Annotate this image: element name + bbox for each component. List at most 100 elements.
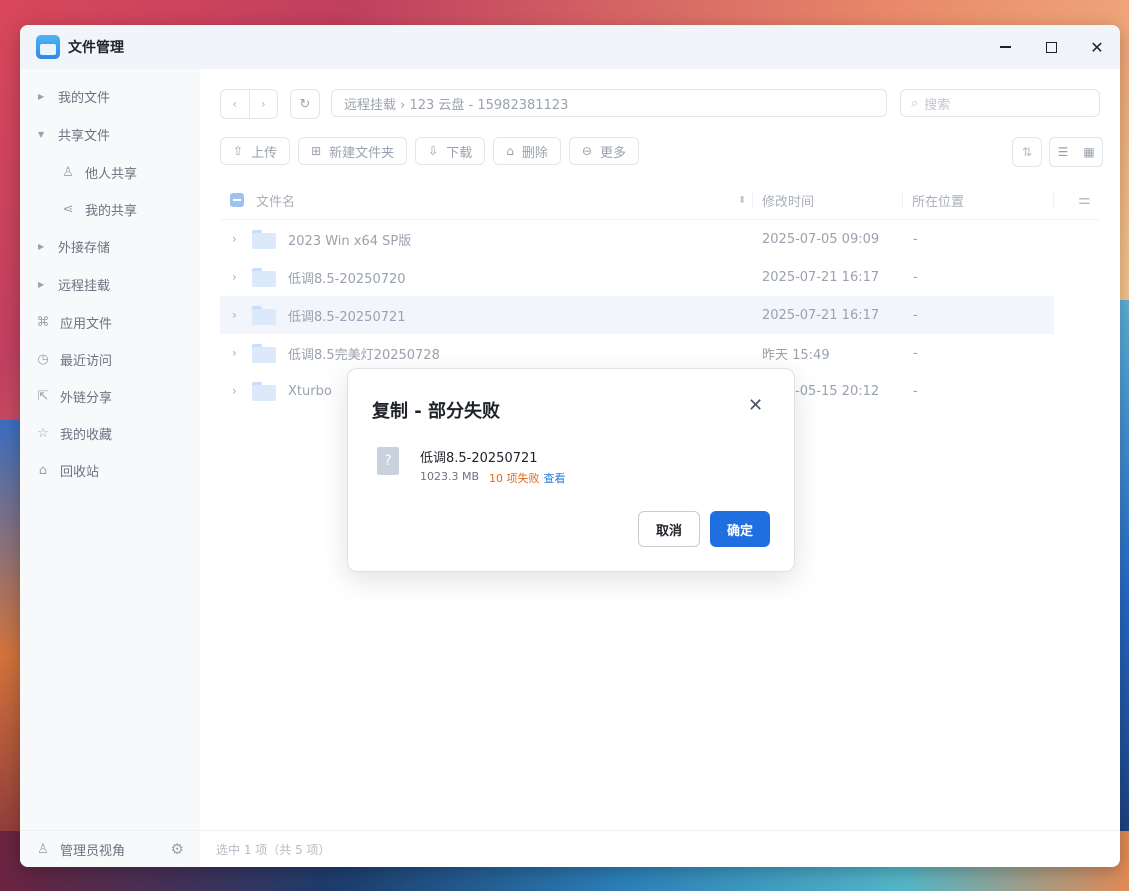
file-location: -	[913, 345, 918, 361]
sidebar-item-app-files[interactable]: ⌘ 应用文件	[20, 307, 200, 337]
new-folder-button[interactable]: ⊞ 新建文件夹	[298, 137, 408, 165]
expand-arrow-icon[interactable]: ▶	[38, 242, 48, 251]
expand-chevron-icon[interactable]: ›	[232, 232, 242, 246]
sidebar-item-label: 外接存储	[58, 240, 111, 256]
sidebar-item-label: 共享文件	[58, 128, 111, 144]
file-modified: 昨天 15:49	[762, 347, 830, 363]
download-label: 下载	[446, 145, 473, 161]
new-folder-label: 新建文件夹	[329, 145, 395, 161]
download-icon: ⇩	[428, 144, 439, 158]
sort-icon: ⇅	[1021, 145, 1033, 159]
view-failures-link[interactable]: 查看	[544, 470, 566, 486]
confirm-button[interactable]: 确定	[710, 511, 770, 547]
status-bar: 选中 1 项（共 5 项）	[200, 830, 1120, 867]
app-title: 文件管理	[68, 40, 124, 56]
expand-arrow-icon[interactable]: ▶	[38, 280, 48, 289]
more-label: 更多	[599, 145, 626, 161]
maximize-icon	[1045, 41, 1057, 53]
column-divider[interactable]	[1053, 191, 1054, 209]
download-button[interactable]: ⇩ 下载	[415, 137, 486, 165]
sidebar: ▶ 我的文件 ▼ 共享文件 ♙ 他人共享 ⋖ 我的共享 ▶ 外接存储 ▶ 远程挂…	[20, 69, 200, 867]
sidebar-item-remote-mount[interactable]: ▶ 远程挂载	[20, 269, 200, 299]
sidebar-item-my-shares[interactable]: ⋖ 我的共享	[20, 194, 200, 224]
sort-button[interactable]: ⇅	[1012, 137, 1042, 167]
toolbar: ⇧ 上传 ⊞ 新建文件夹 ⇩ 下载 ⌂ 删除 ⊖ 更多	[220, 137, 639, 165]
sidebar-item-external-storage[interactable]: ▶ 外接存储	[20, 231, 200, 261]
upload-label: 上传	[251, 145, 278, 161]
trash-icon: ⌂	[506, 144, 514, 158]
refresh-button[interactable]: ↻	[290, 89, 320, 119]
forward-button[interactable]: ›	[248, 90, 278, 118]
folder-icon	[252, 381, 276, 401]
file-modified: 2025-07-21 16:17	[762, 307, 880, 323]
folder-icon	[252, 343, 276, 363]
file-name: 2023 Win x64 SP版	[288, 233, 412, 249]
back-button[interactable]: ‹	[221, 90, 249, 118]
expand-chevron-icon[interactable]: ›	[232, 308, 242, 322]
table-header: 文件名 ⬍ 修改时间 所在位置 ⚌	[220, 181, 1100, 220]
more-button[interactable]: ⊖ 更多	[568, 137, 639, 165]
expand-arrow-icon[interactable]: ▶	[38, 92, 48, 101]
table-row[interactable]: › 低调8.5完美灯20250728 昨天 15:49 -	[220, 334, 1054, 372]
minimize-button[interactable]	[982, 25, 1028, 69]
view-toggle: ☰ ▦	[1049, 137, 1103, 167]
admin-view-label: 管理员视角	[60, 843, 126, 859]
column-modified[interactable]: 修改时间	[762, 191, 814, 210]
expand-chevron-icon[interactable]: ›	[232, 346, 242, 360]
sidebar-item-shared-files[interactable]: ▼ 共享文件	[20, 119, 200, 149]
list-view-icon[interactable]: ☰	[1050, 138, 1076, 166]
cancel-button[interactable]: 取消	[638, 511, 700, 547]
file-name: Xturbo	[288, 383, 332, 399]
star-icon: ☆	[37, 425, 49, 441]
table-row[interactable]: › 低调8.5-20250720 2025-07-21 16:17 -	[220, 258, 1054, 296]
sidebar-item-label: 我的共享	[85, 203, 138, 219]
column-name[interactable]: 文件名	[256, 191, 736, 210]
sidebar-item-recycle-bin[interactable]: ⌂ 回收站	[20, 455, 200, 485]
dialog-file-name: 低调8.5-20250721	[420, 451, 538, 466]
new-folder-icon: ⊞	[311, 144, 322, 158]
close-icon: ✕	[1090, 37, 1104, 57]
copy-partial-failure-dialog: 复制 - 部分失败 ✕ ? 低调8.5-20250721 1023.3 MB 1…	[347, 368, 795, 572]
admin-view-footer[interactable]: ♙ 管理员视角 ⚙	[20, 830, 200, 867]
column-location[interactable]: 所在位置	[912, 191, 964, 210]
sidebar-item-label: 最近访问	[60, 353, 113, 369]
refresh-icon: ↻	[299, 96, 311, 112]
breadcrumb[interactable]: 远程挂载 › 123 云盘 - 15982381123	[331, 89, 887, 117]
search-placeholder: 搜索	[924, 97, 951, 113]
upload-icon: ⇧	[233, 144, 244, 158]
sidebar-item-label: 远程挂载	[58, 278, 111, 294]
gear-icon[interactable]: ⚙	[171, 840, 184, 858]
column-divider[interactable]	[902, 191, 903, 209]
search-input[interactable]: ⌕ 搜索	[900, 89, 1100, 117]
close-window-button[interactable]: ✕	[1074, 25, 1120, 69]
sidebar-item-shared-with-me[interactable]: ♙ 他人共享	[20, 157, 200, 187]
sidebar-item-label: 我的收藏	[60, 427, 113, 443]
delete-button[interactable]: ⌂ 删除	[493, 137, 561, 165]
table-row[interactable]: › 2023 Win x64 SP版 2025-07-05 09:09 -	[220, 220, 1054, 258]
user-icon: ♙	[37, 841, 49, 857]
expand-chevron-icon[interactable]: ›	[232, 270, 242, 284]
file-name: 低调8.5-20250720	[288, 271, 406, 287]
select-all-checkbox[interactable]	[230, 193, 244, 207]
collapse-arrow-icon[interactable]: ▼	[38, 130, 48, 139]
column-divider[interactable]	[752, 191, 753, 209]
sort-arrows-icon[interactable]: ⬍	[738, 195, 746, 206]
file-location: -	[913, 269, 918, 285]
table-row-selected[interactable]: › 低调8.5-20250721 2025-07-21 16:17 -	[220, 296, 1054, 334]
sidebar-item-link-shares[interactable]: ⇱ 外链分享	[20, 381, 200, 411]
maximize-button[interactable]	[1028, 25, 1074, 69]
sidebar-item-my-files[interactable]: ▶ 我的文件	[20, 81, 200, 111]
folder-icon	[252, 305, 276, 325]
dialog-close-icon[interactable]: ✕	[748, 395, 763, 416]
delete-label: 删除	[521, 145, 548, 161]
upload-button[interactable]: ⇧ 上传	[220, 137, 291, 165]
expand-chevron-icon[interactable]: ›	[232, 384, 242, 398]
grid-view-icon[interactable]: ▦	[1076, 138, 1102, 166]
column-settings-icon[interactable]: ⚌	[1078, 192, 1091, 208]
minimize-icon	[999, 46, 1011, 48]
sidebar-item-label: 外链分享	[60, 390, 113, 406]
sidebar-item-favorites[interactable]: ☆ 我的收藏	[20, 418, 200, 448]
file-location: -	[913, 231, 918, 247]
dialog-title: 复制 - 部分失败	[372, 401, 501, 422]
sidebar-item-recent[interactable]: ◷ 最近访问	[20, 344, 200, 374]
